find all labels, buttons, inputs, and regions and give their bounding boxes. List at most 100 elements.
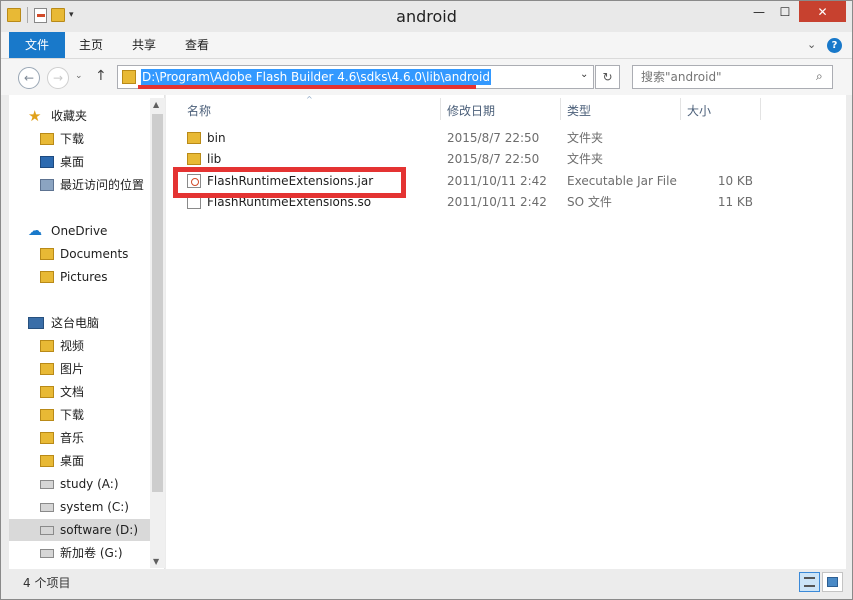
nav-label: 音乐	[60, 431, 85, 445]
nav-scrollbar[interactable]: ▲ ▼	[150, 98, 165, 568]
nav-item-pictures-pc[interactable]: 图片	[9, 358, 150, 380]
large-icons-view-icon	[827, 577, 838, 587]
nav-item-documents[interactable]: Documents	[9, 243, 150, 265]
nav-label: 桌面	[60, 454, 85, 468]
file-type: 文件夹	[567, 131, 604, 145]
window-title: android	[396, 7, 457, 26]
nav-item-documents-pc[interactable]: 文档	[9, 381, 150, 403]
file-type: 文件夹	[567, 152, 604, 166]
column-divider[interactable]	[760, 98, 761, 120]
drive-icon	[40, 480, 54, 489]
column-divider[interactable]	[440, 98, 441, 120]
file-type: Executable Jar File	[567, 174, 677, 188]
nav-item-recent[interactable]: 最近访问的位置	[9, 174, 150, 196]
details-view-button[interactable]	[799, 572, 820, 592]
folder-icon	[40, 271, 54, 283]
nav-drive-a[interactable]: study (A:)	[9, 473, 150, 495]
nav-item-music[interactable]: 音乐	[9, 427, 150, 449]
nav-label: 文档	[60, 385, 85, 399]
nav-label: software (D:)	[60, 523, 138, 537]
nav-label: Pictures	[60, 270, 108, 284]
folder-icon	[122, 70, 136, 84]
nav-item-downloads[interactable]: 下载	[9, 128, 150, 150]
drive-icon	[40, 526, 54, 535]
scroll-up-icon[interactable]: ▲	[153, 100, 159, 109]
nav-drive-g[interactable]: 新加卷 (G:)	[9, 542, 150, 564]
nav-onedrive[interactable]: ☁ OneDrive	[9, 220, 150, 242]
file-size: 10 KB	[717, 174, 753, 188]
nav-label: 最近访问的位置	[60, 178, 145, 192]
nav-drive-d[interactable]: software (D:)	[9, 519, 150, 541]
navigation-pane: ★ 收藏夹 下载 桌面 最近访问的位置 ☁ OneDrive Documents…	[9, 95, 165, 569]
file-row-bin[interactable]: bin 2015/8/7 22:50 文件夹	[178, 128, 806, 149]
nav-item-desktop-pc[interactable]: 桌面	[9, 450, 150, 472]
column-divider[interactable]	[680, 98, 681, 120]
folder-icon	[187, 132, 201, 144]
videos-folder-icon	[40, 340, 54, 352]
tab-home[interactable]: 主页	[67, 32, 115, 58]
address-history-dropdown[interactable]: ⌄	[580, 69, 588, 80]
nav-label: 新加卷 (G:)	[60, 546, 123, 560]
expand-ribbon-icon[interactable]: ⌄	[807, 38, 816, 51]
nav-label: 桌面	[60, 155, 85, 169]
sort-ascending-icon: ^	[306, 95, 313, 104]
downloads-folder-icon	[40, 133, 54, 145]
nav-label: system (C:)	[60, 500, 129, 514]
file-name: bin	[207, 131, 226, 145]
column-divider[interactable]	[560, 98, 561, 120]
address-path[interactable]: D:\Program\Adobe Flash Builder 4.6\sdks\…	[141, 69, 491, 85]
tab-share[interactable]: 共享	[119, 32, 169, 58]
cloud-icon: ☁	[28, 223, 42, 239]
nav-item-desktop[interactable]: 桌面	[9, 151, 150, 173]
desktop-icon	[40, 156, 54, 168]
nav-this-pc[interactable]: 这台电脑	[9, 312, 150, 334]
nav-label: 这台电脑	[51, 316, 100, 330]
ribbon-tabs: 文件 主页 共享 查看 ⌄ ?	[1, 32, 852, 59]
nav-favorites[interactable]: ★ 收藏夹	[9, 105, 150, 127]
computer-icon	[28, 317, 44, 329]
documents-folder-icon	[40, 386, 54, 398]
search-box[interactable]: ⌕	[632, 65, 833, 89]
close-button[interactable]: ✕	[799, 1, 846, 22]
nav-item-videos[interactable]: 视频	[9, 335, 150, 357]
nav-label: 视频	[60, 339, 85, 353]
help-icon[interactable]: ?	[827, 38, 842, 53]
search-input[interactable]	[641, 68, 811, 86]
column-header-name[interactable]: 名称	[187, 102, 211, 119]
scroll-thumb[interactable]	[152, 114, 163, 492]
maximize-button[interactable]: ☐	[772, 1, 798, 22]
back-button[interactable]: ←	[18, 67, 40, 89]
nav-drive-c[interactable]: system (C:)	[9, 496, 150, 518]
forward-button[interactable]: →	[47, 67, 69, 89]
file-date: 2011/10/11 2:42	[447, 174, 547, 188]
column-header-date[interactable]: 修改日期	[447, 102, 495, 119]
up-button[interactable]: ↑	[95, 68, 107, 84]
music-folder-icon	[40, 432, 54, 444]
column-header-type[interactable]: 类型	[567, 102, 591, 119]
tab-file[interactable]: 文件	[9, 32, 65, 58]
title-bar: ▾ android — ☐ ✕	[1, 1, 852, 32]
nav-label: 下载	[60, 132, 85, 146]
search-icon[interactable]: ⌕	[816, 69, 823, 84]
scroll-down-icon[interactable]: ▼	[153, 557, 159, 566]
details-view-icon	[804, 577, 815, 587]
desktop-folder-icon	[40, 455, 54, 467]
pictures-folder-icon	[40, 363, 54, 375]
nav-item-pictures[interactable]: Pictures	[9, 266, 150, 288]
nav-item-downloads-pc[interactable]: 下载	[9, 404, 150, 426]
nav-label: OneDrive	[51, 224, 108, 238]
minimize-button[interactable]: —	[746, 1, 772, 22]
large-icons-view-button[interactable]	[822, 572, 843, 592]
folder-icon	[40, 248, 54, 260]
star-icon: ★	[28, 107, 42, 125]
column-header-size[interactable]: 大小	[687, 102, 711, 119]
file-date: 2015/8/7 22:50	[447, 131, 540, 145]
recent-locations-dropdown[interactable]: ⌄	[75, 71, 83, 81]
address-toolbar: ← → ⌄ ↑ D:\Program\Adobe Flash Builder 4…	[1, 59, 852, 95]
nav-label: 图片	[60, 362, 85, 376]
tab-view[interactable]: 查看	[171, 32, 223, 58]
nav-label: study (A:)	[60, 477, 119, 491]
nav-label: 收藏夹	[51, 109, 88, 123]
refresh-button[interactable]: ↻	[595, 65, 620, 89]
recent-places-icon	[40, 179, 54, 191]
